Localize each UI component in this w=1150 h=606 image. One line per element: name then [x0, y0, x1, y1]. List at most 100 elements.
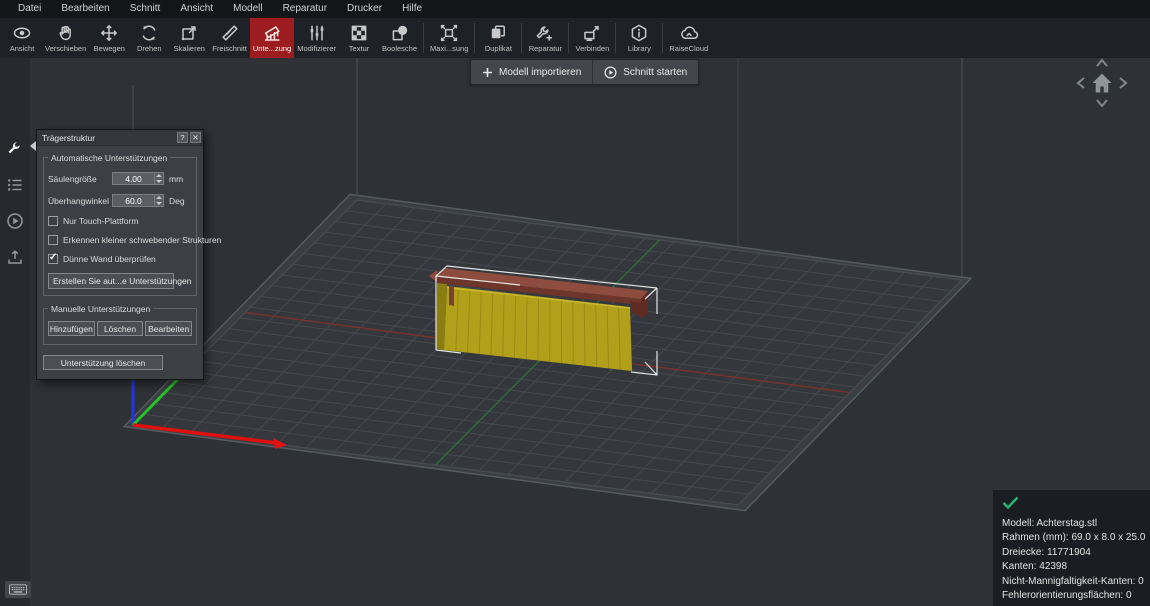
- sidebar-export-button[interactable]: [6, 248, 24, 266]
- toolbar-item-repair[interactable]: Reparatur: [525, 18, 565, 58]
- toolbar-item-raisecloud[interactable]: RaiseCloud: [666, 18, 711, 58]
- menu-drucker[interactable]: Drucker: [337, 0, 392, 18]
- toolbar-item-label: Library: [628, 44, 651, 53]
- move-arrows-icon: [99, 23, 119, 43]
- overhang-angle-label: Überhangwinkel: [48, 196, 112, 206]
- pillar-size-input[interactable]: [112, 172, 154, 185]
- menu-modell[interactable]: Modell: [223, 0, 272, 18]
- model-triangles: Dreiecke: 11771904: [1002, 546, 1141, 561]
- toolbar-item-texture[interactable]: Textur: [339, 18, 379, 58]
- left-sidebar: [0, 58, 30, 606]
- auto-supports-group: Automatische Unterstützungen Säulengröße…: [43, 157, 197, 296]
- delete-support-button[interactable]: Löschen: [97, 321, 144, 336]
- toolbar-item-label: Maxi...sung: [430, 44, 468, 53]
- pillar-size-spin-down[interactable]: [155, 179, 163, 185]
- view-navigation-widget: [1072, 54, 1132, 112]
- keyboard-shortcuts-button[interactable]: [5, 581, 31, 598]
- model-edges: Kanten: 42398: [1002, 560, 1141, 575]
- action-bar: Modell importieren Schnitt starten: [470, 59, 699, 85]
- hand-icon: [56, 23, 76, 43]
- sidebar-preview-button[interactable]: [6, 212, 24, 230]
- start-slice-button[interactable]: Schnitt starten: [593, 60, 698, 84]
- start-slice-label: Schnitt starten: [623, 67, 687, 78]
- support-structure-dialog: Trägerstruktur ? ✕ Automatische Unterstü…: [36, 129, 204, 380]
- toolbar-item-support[interactable]: Unte...zung: [250, 18, 294, 58]
- toolbar-item-connect[interactable]: Verbinden: [572, 18, 612, 58]
- toolbar-item-label: Modifizierer: [297, 44, 336, 53]
- toolbar-item-scale[interactable]: Skalieren: [169, 18, 209, 58]
- toolbar-item-view[interactable]: Ansicht: [2, 18, 42, 58]
- dialog-pointer-arrow: [30, 141, 36, 151]
- toolbar-item-label: Duplikat: [485, 44, 512, 53]
- help-button[interactable]: ?: [177, 132, 188, 143]
- toolbar-item-pan[interactable]: Verschieben: [42, 18, 89, 58]
- toolbar-item-rotate[interactable]: Drehen: [129, 18, 169, 58]
- import-model-button[interactable]: Modell importieren: [471, 60, 592, 84]
- checkbox-touch-platform[interactable]: [48, 216, 58, 226]
- toolbar: AnsichtVerschiebenBewegen Drehen Skalieren…: [0, 18, 1150, 58]
- add-support-button[interactable]: Hinzufügen: [48, 321, 95, 336]
- toolbar-item-modifier[interactable]: Modifizierer: [294, 18, 339, 58]
- chevron-left-icon[interactable]: [1078, 78, 1084, 88]
- chevron-up-icon[interactable]: [1097, 60, 1107, 66]
- checkbox-detect-floating[interactable]: [48, 235, 58, 245]
- edit-support-button[interactable]: Bearbeiten: [145, 321, 192, 336]
- toolbar-item-freecut[interactable]: Freischnitt: [209, 18, 250, 58]
- thin-wall-row: Dünne Wand überprüfen: [48, 254, 192, 264]
- pillar-size-unit: mm: [169, 174, 183, 184]
- toolbar-item-label: RaiseCloud: [669, 44, 708, 53]
- create-auto-supports-button[interactable]: Erstellen Sie aut...e Unterstützungen: [48, 273, 174, 289]
- detect-floating-row: Erkennen kleiner schwebender Strukturen: [48, 235, 192, 245]
- pillar-size-row: Säulengröße mm: [48, 172, 192, 185]
- chevron-right-icon[interactable]: [1120, 78, 1126, 88]
- toolbar-separator: [423, 23, 424, 53]
- menu-bearbeiten[interactable]: Bearbeiten: [51, 0, 119, 18]
- toolbar-item-label: Drehen: [137, 44, 162, 53]
- toolbar-item-maxfit[interactable]: Maxi...sung: [427, 18, 471, 58]
- toolbar-item-label: Verbinden: [576, 44, 610, 53]
- manual-supports-group-title: Manuelle Unterstützungen: [48, 304, 153, 314]
- menu-schnitt[interactable]: Schnitt: [120, 0, 171, 18]
- model-notch: [449, 286, 454, 306]
- eye-icon: [12, 23, 32, 43]
- model-bounds: Rahmen (mm): 69.0 x 8.0 x 25.0: [1002, 531, 1141, 546]
- play-icon: [604, 66, 617, 79]
- dialog-title-bar[interactable]: Trägerstruktur ? ✕: [37, 130, 203, 146]
- sidebar-list-button[interactable]: [6, 176, 24, 194]
- checkbox-thin-wall[interactable]: [48, 254, 58, 264]
- menu-datei[interactable]: Datei: [8, 0, 51, 18]
- close-button[interactable]: ✕: [190, 132, 201, 143]
- menu-reparatur[interactable]: Reparatur: [273, 0, 337, 18]
- toolbar-separator: [521, 23, 522, 53]
- toolbar-item-label: Freischnitt: [212, 44, 247, 53]
- toolbar-item-label: Unte...zung: [253, 44, 291, 53]
- clear-supports-button[interactable]: Unterstützung löschen: [43, 355, 163, 370]
- cloud-icon: [679, 23, 699, 43]
- home-view-icon[interactable]: [1093, 74, 1112, 93]
- menu-ansicht[interactable]: Ansicht: [170, 0, 223, 18]
- menu-hilfe[interactable]: Hilfe: [392, 0, 432, 18]
- sliders-icon: [307, 23, 327, 43]
- touch-platform-row: Nur Touch-Plattform: [48, 216, 192, 226]
- toolbar-separator: [615, 23, 616, 53]
- success-check-icon: [1002, 496, 1019, 509]
- model-misoriented-faces: Fehlerorientierungsflächen: 0: [1002, 589, 1141, 604]
- maximize-icon: [439, 23, 459, 43]
- overhang-angle-row: Überhangwinkel Deg: [48, 194, 192, 207]
- toolbar-item-boolean[interactable]: Boolesche: [379, 18, 420, 58]
- toolbar-item-move[interactable]: Bewegen: [89, 18, 129, 58]
- toolbar-item-library[interactable]: Library: [619, 18, 659, 58]
- toolbar-item-duplicate[interactable]: Duplikat: [478, 18, 518, 58]
- sidebar-settings-button[interactable]: [6, 140, 24, 158]
- overhang-angle-spin-down[interactable]: [155, 201, 163, 207]
- overhang-angle-input[interactable]: [112, 194, 154, 207]
- toolbar-item-label: Boolesche: [382, 44, 417, 53]
- chevron-down-icon[interactable]: [1097, 100, 1107, 106]
- overhang-angle-unit: Deg: [169, 196, 185, 206]
- toolbar-item-label: Textur: [349, 44, 369, 53]
- scale-icon: [179, 23, 199, 43]
- play-circle-icon: [6, 212, 24, 230]
- model-name: Modell: Achterstag.stl: [1002, 517, 1141, 532]
- support-icon: [262, 23, 282, 43]
- hexagon-info-icon: [629, 23, 649, 43]
